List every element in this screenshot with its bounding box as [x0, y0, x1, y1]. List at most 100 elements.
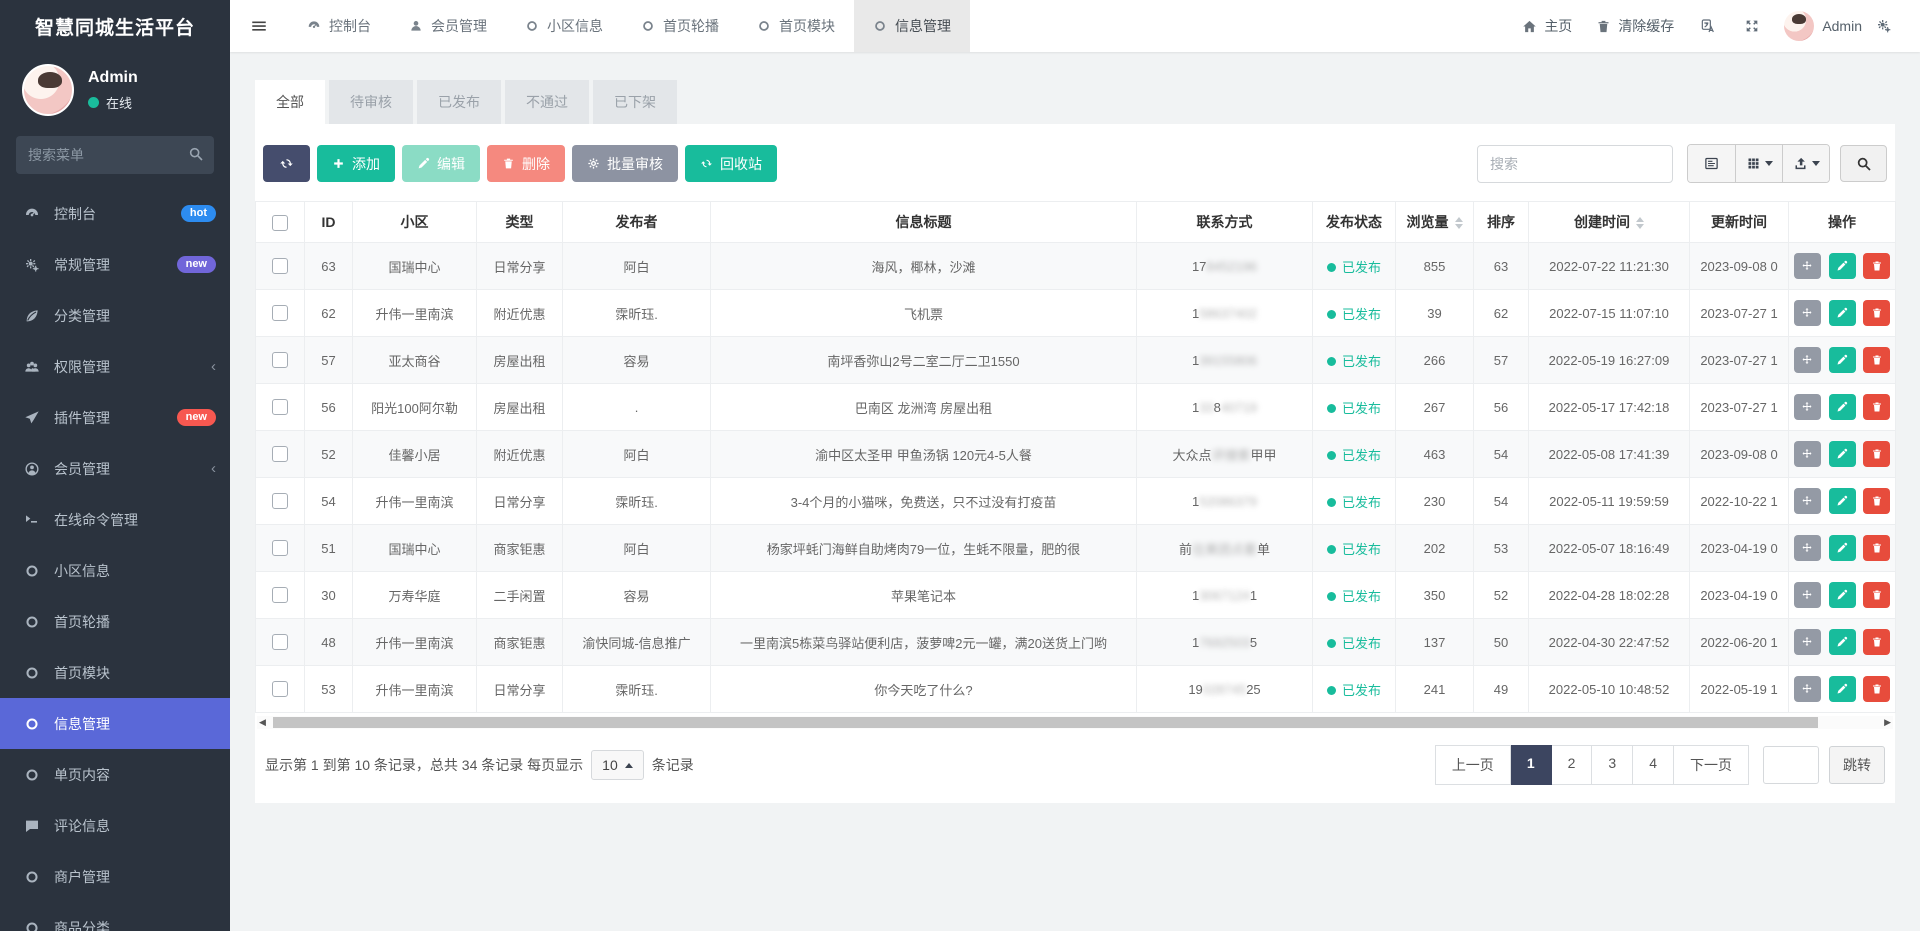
page-next[interactable]: 下一页 — [1674, 745, 1749, 785]
page-3[interactable]: 3 — [1592, 745, 1633, 785]
row-checkbox[interactable] — [272, 258, 288, 274]
clear-cache-link[interactable]: 清除缓存 — [1584, 0, 1686, 52]
row-delete-button[interactable] — [1863, 347, 1890, 373]
delete-button[interactable]: 删除 — [487, 145, 565, 182]
horizontal-scrollbar[interactable]: ◀ ▶ — [257, 716, 1893, 729]
select-all-checkbox[interactable] — [272, 215, 288, 231]
row-edit-button[interactable] — [1829, 488, 1856, 514]
drag-sort-button[interactable] — [1794, 535, 1821, 561]
row-delete-button[interactable] — [1863, 535, 1890, 561]
sidebar-item-category[interactable]: 分类管理 — [0, 290, 230, 341]
row-checkbox[interactable] — [272, 634, 288, 650]
language-button[interactable] — [1686, 0, 1730, 52]
detail-view-button[interactable] — [1688, 145, 1735, 182]
row-checkbox[interactable] — [272, 305, 288, 321]
page-2[interactable]: 2 — [1552, 745, 1593, 785]
sidebar-item-info[interactable]: 信息管理 — [0, 698, 230, 749]
fullscreen-button[interactable] — [1730, 0, 1774, 52]
row-checkbox[interactable] — [272, 540, 288, 556]
row-edit-button[interactable] — [1829, 582, 1856, 608]
sidebar-item-dashboard[interactable]: 控制台 hot — [0, 188, 230, 239]
topbar-tab-module[interactable]: 首页模块 — [738, 0, 854, 52]
jump-button[interactable]: 跳转 — [1829, 746, 1885, 784]
row-edit-button[interactable] — [1829, 253, 1856, 279]
sidebar-item-module[interactable]: 首页模块 — [0, 647, 230, 698]
row-delete-button[interactable] — [1863, 488, 1890, 514]
row-checkbox[interactable] — [272, 446, 288, 462]
row-checkbox[interactable] — [272, 399, 288, 415]
sidebar-item-community[interactable]: 小区信息 — [0, 545, 230, 596]
filter-tab-4[interactable]: 已下架 — [593, 80, 677, 124]
drag-sort-button[interactable] — [1794, 441, 1821, 467]
sidebar-item-command[interactable]: 在线命令管理 — [0, 494, 230, 545]
row-edit-button[interactable] — [1829, 300, 1856, 326]
row-delete-button[interactable] — [1863, 441, 1890, 467]
column-header[interactable]: 创建时间 — [1529, 202, 1690, 243]
topbar-tab-member[interactable]: 会员管理 — [390, 0, 506, 52]
topbar-tab-info[interactable]: 信息管理 — [854, 0, 970, 52]
export-button[interactable] — [1782, 145, 1829, 182]
filter-tab-0[interactable]: 全部 — [255, 80, 325, 124]
settings-button[interactable] — [1862, 0, 1906, 52]
sidebar-item-auth[interactable]: 权限管理 ‹ — [0, 341, 230, 392]
drag-sort-button[interactable] — [1794, 347, 1821, 373]
scroll-left-icon[interactable]: ◀ — [259, 717, 266, 728]
sidebar-item-comment[interactable]: 评论信息 — [0, 800, 230, 851]
drag-sort-button[interactable] — [1794, 394, 1821, 420]
user-avatar[interactable] — [22, 64, 74, 116]
row-checkbox[interactable] — [272, 681, 288, 697]
edit-button[interactable]: 编辑 — [402, 145, 480, 182]
filter-tab-3[interactable]: 不通过 — [505, 80, 589, 124]
sidebar-item-goods[interactable]: 商品分类 — [0, 902, 230, 931]
row-delete-button[interactable] — [1863, 582, 1890, 608]
row-delete-button[interactable] — [1863, 676, 1890, 702]
menu-toggle-button[interactable] — [230, 0, 288, 52]
sidebar-item-addon[interactable]: 插件管理 new — [0, 392, 230, 443]
column-header[interactable]: 浏览量 — [1396, 202, 1474, 243]
row-edit-button[interactable] — [1829, 629, 1856, 655]
drag-sort-button[interactable] — [1794, 300, 1821, 326]
drag-sort-button[interactable] — [1794, 629, 1821, 655]
sidebar-item-member[interactable]: 会员管理 ‹ — [0, 443, 230, 494]
page-4[interactable]: 4 — [1633, 745, 1674, 785]
sidebar-item-general[interactable]: 常规管理 new — [0, 239, 230, 290]
row-edit-button[interactable] — [1829, 347, 1856, 373]
topbar-tab-dashboard[interactable]: 控制台 — [288, 0, 390, 52]
home-link[interactable]: 主页 — [1510, 0, 1584, 52]
drag-sort-button[interactable] — [1794, 253, 1821, 279]
recycle-bin-button[interactable]: 回收站 — [685, 145, 777, 182]
add-button[interactable]: 添加 — [317, 145, 395, 182]
filter-tab-2[interactable]: 已发布 — [417, 80, 501, 124]
row-edit-button[interactable] — [1829, 394, 1856, 420]
page-1[interactable]: 1 — [1511, 745, 1552, 785]
sidebar-item-merchant[interactable]: 商户管理 — [0, 851, 230, 902]
columns-button[interactable] — [1735, 145, 1782, 182]
drag-sort-button[interactable] — [1794, 676, 1821, 702]
jump-page-input[interactable] — [1763, 746, 1819, 784]
row-delete-button[interactable] — [1863, 629, 1890, 655]
row-delete-button[interactable] — [1863, 253, 1890, 279]
drag-sort-button[interactable] — [1794, 488, 1821, 514]
sidebar-item-banner[interactable]: 首页轮播 — [0, 596, 230, 647]
topbar-tab-banner[interactable]: 首页轮播 — [622, 0, 738, 52]
sidebar-item-page[interactable]: 单页内容 — [0, 749, 230, 800]
row-delete-button[interactable] — [1863, 300, 1890, 326]
drag-sort-button[interactable] — [1794, 582, 1821, 608]
filter-tab-1[interactable]: 待审核 — [329, 80, 413, 124]
page-prev[interactable]: 上一页 — [1435, 745, 1511, 785]
topbar-tab-community[interactable]: 小区信息 — [506, 0, 622, 52]
refresh-button[interactable] — [263, 145, 310, 182]
row-checkbox[interactable] — [272, 587, 288, 603]
row-edit-button[interactable] — [1829, 441, 1856, 467]
row-edit-button[interactable] — [1829, 676, 1856, 702]
page-size-select[interactable]: 10 — [591, 750, 644, 780]
sidebar-search-input[interactable] — [16, 136, 214, 174]
row-checkbox[interactable] — [272, 352, 288, 368]
row-edit-button[interactable] — [1829, 535, 1856, 561]
row-checkbox[interactable] — [272, 493, 288, 509]
row-delete-button[interactable] — [1863, 394, 1890, 420]
admin-dropdown[interactable]: Admin — [1774, 0, 1862, 52]
search-submit-button[interactable] — [1840, 145, 1887, 182]
table-search-input[interactable] — [1477, 145, 1673, 183]
scroll-right-icon[interactable]: ▶ — [1884, 717, 1891, 728]
